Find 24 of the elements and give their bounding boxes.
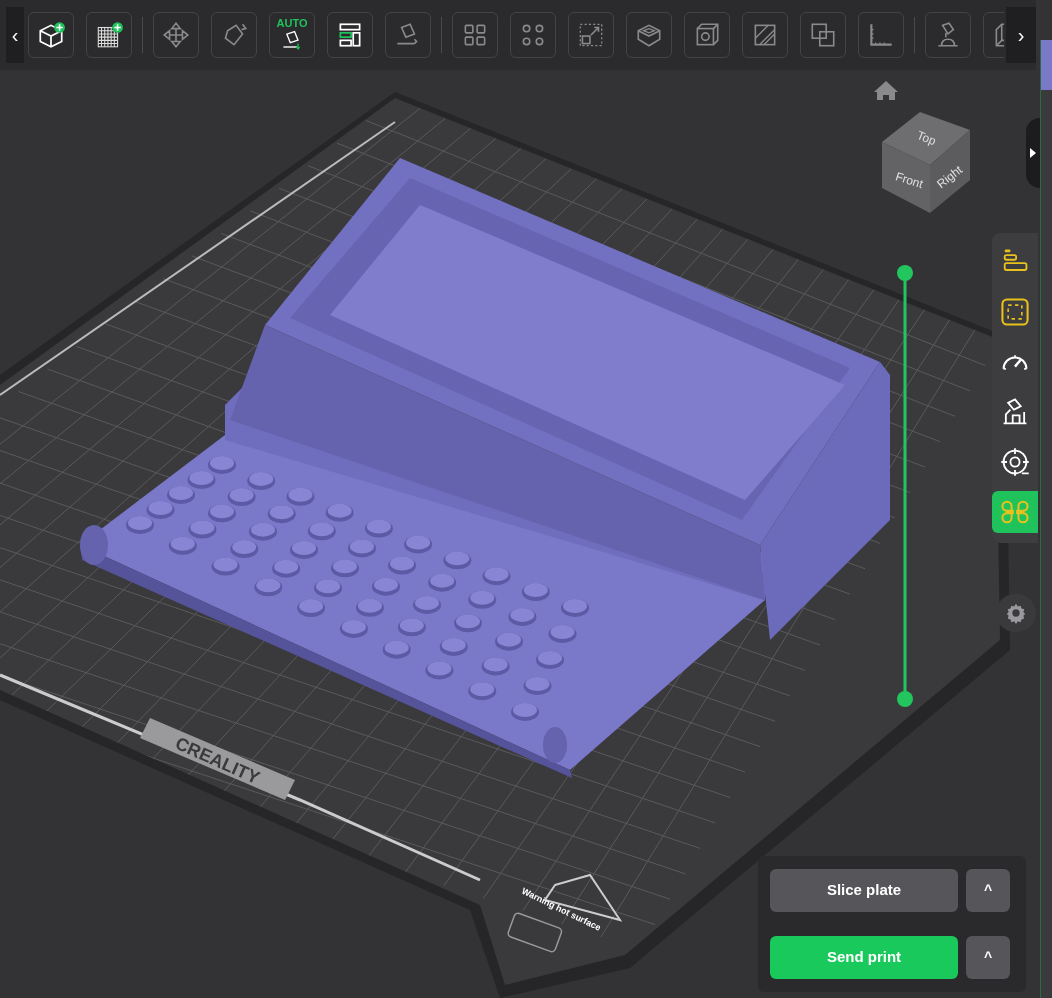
gear-icon xyxy=(1005,602,1027,624)
scroll-left-button[interactable]: ‹ xyxy=(6,7,24,63)
slider-handle[interactable] xyxy=(897,691,913,707)
layer-slider[interactable] xyxy=(897,265,913,707)
cube-plus-icon xyxy=(36,20,66,50)
collapse-panel-button[interactable] xyxy=(1026,118,1040,188)
slider-handle[interactable] xyxy=(897,265,913,281)
home-icon[interactable] xyxy=(874,81,898,100)
view-cube-front-label: Front xyxy=(893,169,925,192)
dashed-frame-icon xyxy=(999,296,1031,328)
toolbar-button[interactable]: AUTO xyxy=(269,12,315,58)
scroll-right-button[interactable]: › xyxy=(1006,7,1036,63)
toolbar-button[interactable] xyxy=(28,12,74,58)
move-arrows-icon xyxy=(161,20,191,50)
slice-plate-button[interactable]: Slice plate xyxy=(770,869,958,912)
triangle-icon xyxy=(1030,148,1036,158)
toolbar-button[interactable] xyxy=(86,12,132,58)
view-cube[interactable] xyxy=(882,112,970,213)
target-icon xyxy=(999,446,1031,478)
dropdown-button[interactable]: ^ xyxy=(966,869,1010,912)
dropdown-button[interactable]: ^ xyxy=(966,936,1010,979)
toolbar-button[interactable] xyxy=(327,12,373,58)
view-cube-top-label: Top xyxy=(914,128,939,149)
overlapping-squares-icon xyxy=(808,20,838,50)
